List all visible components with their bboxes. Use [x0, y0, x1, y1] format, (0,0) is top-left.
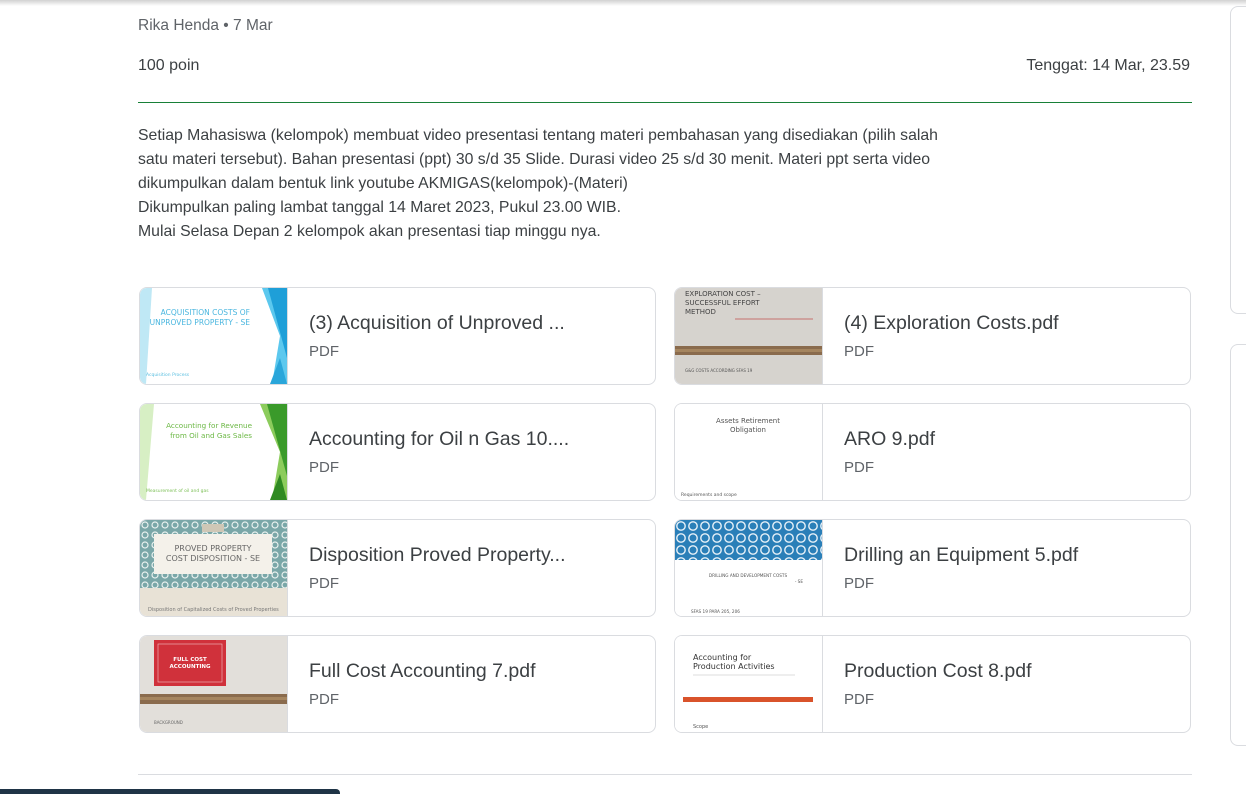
attachment-card[interactable]: DRILLING AND DEVELOPMENT COSTS - SE SFAS…: [674, 519, 1191, 617]
thumb-footer: Disposition of Capitalized Costs of Prov…: [148, 607, 279, 613]
attachment-card[interactable]: ACQUISITION COSTS OF UNPROVED PROPERTY -…: [139, 287, 656, 385]
attachment-title[interactable]: (4) Exploration Costs.pdf: [844, 312, 1174, 335]
description-line: satu materi tersebut). Bahan presentasi …: [138, 151, 931, 168]
thumb-text: Accounting for: [693, 653, 752, 662]
attachment-type: PDF: [844, 343, 874, 360]
description-line: Mulai Selasa Depan 2 kelompok akan prese…: [138, 223, 601, 240]
content-divider: [138, 774, 1192, 775]
attachment-thumbnail: Assets Retirement Obligation Requirement…: [675, 404, 823, 500]
attachment-title[interactable]: Disposition Proved Property...: [309, 544, 639, 567]
due-date: Tenggat: 14 Mar, 23.59: [1026, 57, 1190, 74]
attachment-title[interactable]: ARO 9.pdf: [844, 428, 1174, 451]
attachment-card[interactable]: Accounting for Production Activities Sco…: [674, 635, 1191, 733]
thumb-text: Production Activities: [693, 662, 775, 671]
thumb-text: - SE: [795, 579, 804, 584]
thumb-text: COST DISPOSITION - SE: [166, 554, 260, 563]
assignment-description: Setiap Mahasiswa (kelompok) membuat vide…: [138, 124, 1198, 244]
header-shadow: [0, 0, 1246, 6]
attachment-card[interactable]: PROVED PROPERTY COST DISPOSITION - SE Di…: [139, 519, 656, 617]
attachment-thumbnail: ACQUISITION COSTS OF UNPROVED PROPERTY -…: [140, 288, 288, 384]
header-divider: [138, 102, 1192, 103]
attachment-card[interactable]: Assets Retirement Obligation Requirement…: [674, 403, 1191, 501]
attachment-title[interactable]: (3) Acquisition of Unproved ...: [309, 312, 639, 335]
thumb-text: from Oil and Gas Sales: [170, 431, 252, 440]
thumb-footer: BACKGROUND: [154, 720, 183, 725]
thumb-text: ACCOUNTING: [170, 664, 211, 670]
attachment-type: PDF: [844, 691, 874, 708]
description-line: Dikumpulkan paling lambat tanggal 14 Mar…: [138, 199, 621, 216]
attachment-thumbnail: Accounting for Revenue from Oil and Gas …: [140, 404, 288, 500]
thumb-footer: Scope: [693, 724, 708, 730]
attachment-title[interactable]: Full Cost Accounting 7.pdf: [309, 660, 639, 683]
thumb-text: METHOD: [685, 308, 716, 316]
points-label: 100 poin: [138, 57, 200, 74]
attachment-title[interactable]: Accounting for Oil n Gas 10....: [309, 428, 639, 451]
description-line: Setiap Mahasiswa (kelompok) membuat vide…: [138, 127, 938, 144]
attachment-card[interactable]: Accounting for Revenue from Oil and Gas …: [139, 403, 656, 501]
thumb-footer: G&G COSTS ACCORDING SFAS 19: [685, 368, 753, 373]
side-panel-top: [1230, 6, 1246, 314]
attachment-type: PDF: [844, 575, 874, 592]
attachment-card[interactable]: FULL COST ACCOUNTING BACKGROUND Full Cos…: [139, 635, 656, 733]
thumb-footer: Acquisition Process: [146, 372, 190, 378]
post-meta: Rika Henda • 7 Mar: [138, 17, 273, 34]
attachment-type: PDF: [309, 459, 339, 476]
thumb-text: EXPLORATION COST –: [685, 290, 761, 298]
thumb-text: ACQUISITION COSTS OF: [161, 308, 250, 317]
thumb-text: UNPROVED PROPERTY - SE: [150, 318, 251, 327]
attachment-title[interactable]: Production Cost 8.pdf: [844, 660, 1174, 683]
thumb-footer: Requirements and scope: [681, 492, 737, 498]
attachment-card[interactable]: EXPLORATION COST – SUCCESSFUL EFFORT MET…: [674, 287, 1191, 385]
attachment-type: PDF: [309, 343, 339, 360]
thumb-text: Assets Retirement: [716, 417, 780, 425]
thumb-text: Accounting for Revenue: [166, 421, 252, 430]
attachment-thumbnail: FULL COST ACCOUNTING BACKGROUND: [140, 636, 288, 732]
thumb-footer: SFAS 19 PARA 205, 206: [691, 609, 740, 614]
thumb-text: DRILLING AND DEVELOPMENT COSTS: [709, 573, 788, 578]
side-panel-bottom: [1230, 344, 1246, 746]
attachment-title[interactable]: Drilling an Equipment 5.pdf: [844, 544, 1174, 567]
thumb-text: SUCCESSFUL EFFORT: [685, 299, 760, 307]
bottom-toolbar-edge: [0, 789, 340, 794]
thumb-footer: Measurement of oil and gas: [146, 488, 209, 494]
assignment-page: Rika Henda • 7 Mar 100 poin Tenggat: 14 …: [0, 0, 1246, 794]
attachment-thumbnail: Accounting for Production Activities Sco…: [675, 636, 823, 732]
attachment-type: PDF: [309, 691, 339, 708]
thumb-text: Obligation: [730, 426, 766, 434]
thumb-text: FULL COST: [173, 657, 207, 663]
thumb-text: PROVED PROPERTY: [174, 544, 251, 553]
attachment-thumbnail: PROVED PROPERTY COST DISPOSITION - SE Di…: [140, 520, 288, 616]
attachment-thumbnail: EXPLORATION COST – SUCCESSFUL EFFORT MET…: [675, 288, 823, 384]
attachment-type: PDF: [844, 459, 874, 476]
attachment-type: PDF: [309, 575, 339, 592]
attachment-thumbnail: DRILLING AND DEVELOPMENT COSTS - SE SFAS…: [675, 520, 823, 616]
description-line: dikumpulkan dalam bentuk link youtube AK…: [138, 175, 628, 192]
